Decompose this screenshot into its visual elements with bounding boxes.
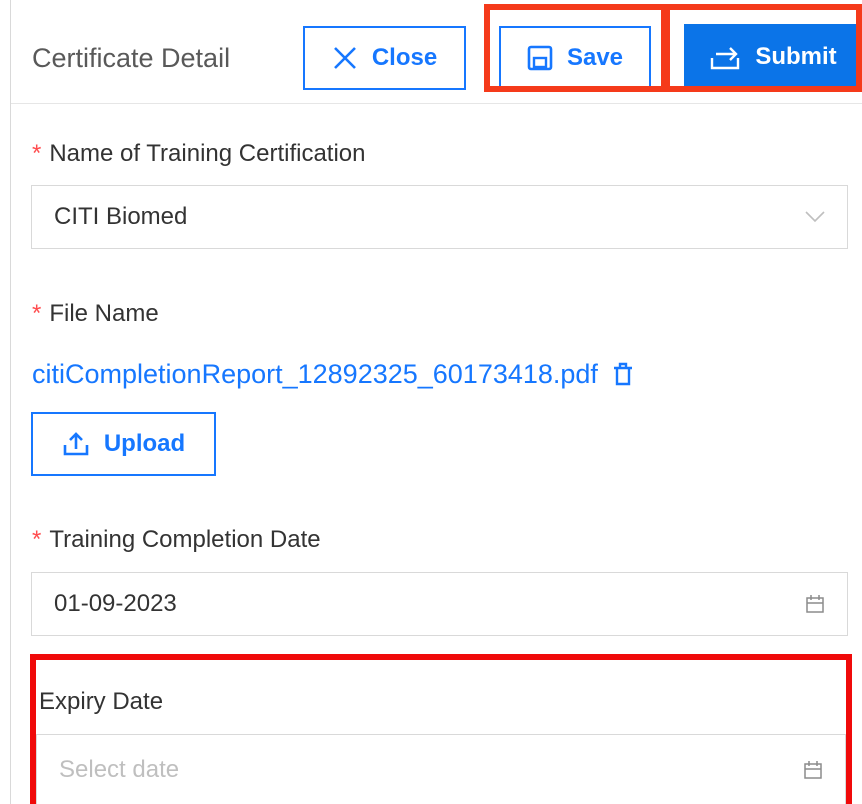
expiry-date-placeholder: Select date: [59, 755, 180, 783]
upload-button[interactable]: Upload: [31, 412, 216, 476]
submit-button-label: Submit: [755, 43, 837, 70]
save-button-label: Save: [566, 44, 624, 71]
save-button[interactable]: Save: [499, 26, 651, 90]
close-button[interactable]: Close: [303, 26, 466, 90]
completion-date-value: 01-09-2023: [54, 590, 177, 617]
certification-label: * Name of Training Certification: [32, 140, 366, 167]
required-asterisk: *: [32, 300, 42, 327]
close-button-label: Close: [371, 44, 438, 71]
completion-date-picker[interactable]: 01-09-2023: [31, 572, 848, 636]
certification-selected-value: CITI Biomed: [54, 203, 188, 230]
required-asterisk: *: [32, 526, 42, 553]
submit-icon: [711, 47, 740, 70]
upload-button-label: Upload: [103, 430, 186, 457]
expiry-date-picker[interactable]: Select date: [36, 734, 846, 804]
panel-border: [10, 0, 11, 804]
completion-date-label: * Training Completion Date: [32, 526, 321, 553]
close-icon: [333, 47, 356, 69]
file-name-label: * File Name: [32, 300, 159, 327]
file-link[interactable]: citiCompletionReport_12892325_60173418.p…: [32, 356, 634, 392]
trash-icon[interactable]: [612, 362, 634, 386]
upload-icon: [63, 432, 89, 456]
save-icon: [527, 45, 553, 71]
header-divider: [11, 103, 862, 104]
required-asterisk: *: [32, 140, 42, 167]
chevron-down-icon: [805, 211, 825, 223]
submit-button[interactable]: Submit: [684, 24, 862, 90]
file-name-text[interactable]: citiCompletionReport_12892325_60173418.p…: [32, 356, 598, 392]
page-title: Certificate Detail: [32, 43, 231, 73]
calendar-icon: [806, 595, 824, 613]
expiry-date-label: Expiry Date: [39, 688, 164, 715]
certification-select[interactable]: CITI Biomed: [31, 185, 848, 249]
calendar-icon: [804, 760, 822, 779]
